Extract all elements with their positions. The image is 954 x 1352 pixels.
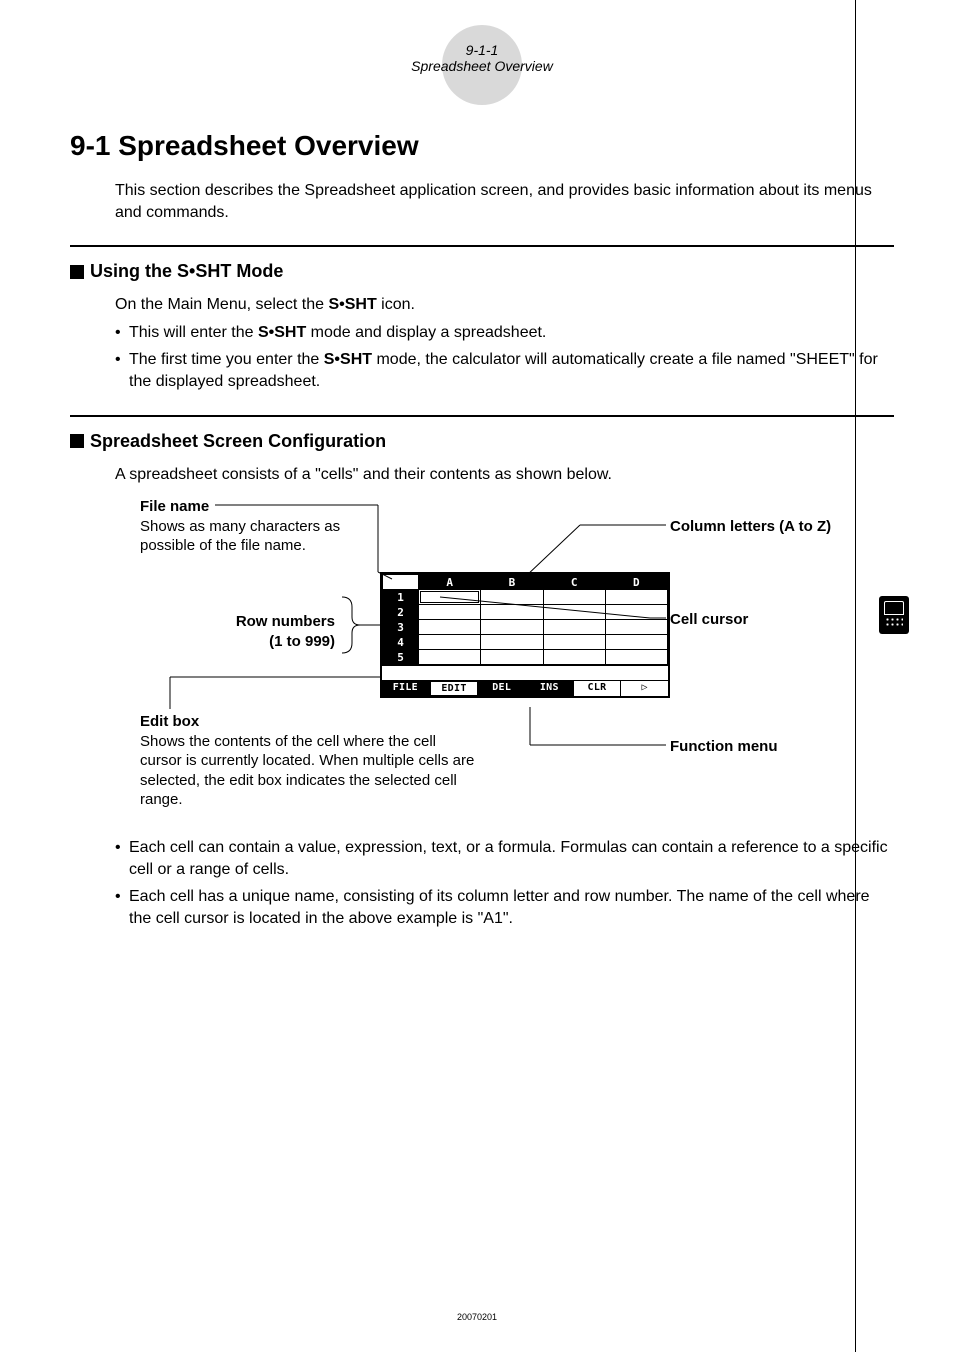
calc-grid: SHEE A B C D 1 2 3 4 5	[382, 574, 668, 665]
subhead1-mode2: SHT	[195, 261, 231, 281]
calc-row-header: 2	[383, 605, 419, 620]
label-cell-cursor: Cell cursor	[670, 610, 748, 630]
calc-row-header: 4	[383, 635, 419, 650]
footer-date: 20070201	[0, 1312, 954, 1322]
calc-edit-box	[382, 665, 668, 680]
calc-fn-item: DEL	[478, 681, 526, 696]
bullet-cell-contents: Each cell can contain a value, expressio…	[115, 837, 894, 880]
subheading-using-mode: Using the S•SHT Mode	[70, 261, 894, 282]
mainmenu-instruction: On the Main Menu, select the S•SHT icon.	[115, 294, 894, 316]
txt: icon.	[377, 296, 415, 313]
label-editbox-desc: Shows the contents of the cell where the…	[140, 733, 474, 809]
subhead2-text: Spreadsheet Screen Configuration	[90, 431, 386, 452]
calc-col-header: C	[543, 575, 605, 590]
txt: Function menu	[670, 738, 778, 755]
page-header: 9-1-1 Spreadsheet Overview	[70, 20, 894, 100]
header-page-number: 9-1-1	[70, 20, 894, 58]
bullet-enter-mode: This will enter the S•SHT mode and displ…	[115, 322, 894, 344]
calc-function-menu: FILE EDIT DEL INS CLR ▷	[382, 680, 668, 696]
section-title: 9-1 Spreadsheet Overview	[70, 130, 894, 162]
label-filename-title: File name	[140, 498, 209, 515]
label-editbox-title: Edit box	[140, 713, 199, 730]
txt: S	[324, 351, 335, 368]
calc-fn-item: INS	[526, 681, 574, 696]
txt: SHT	[274, 324, 306, 341]
separator	[70, 245, 894, 247]
txt: Cell cursor	[670, 611, 748, 628]
txt: SHT	[340, 351, 372, 368]
txt: Row numbers	[236, 613, 335, 630]
subheading-screen-config: Spreadsheet Screen Configuration	[70, 431, 894, 452]
calc-row-header: 5	[383, 650, 419, 665]
calc-cursor-cell	[419, 590, 481, 605]
separator	[70, 415, 894, 417]
txt: SHT	[345, 296, 377, 313]
section-name: Spreadsheet Overview	[118, 130, 418, 161]
diagram: File name Shows as many characters as po…	[110, 497, 894, 817]
calculator-side-icon	[879, 596, 909, 634]
label-function-menu: Function menu	[670, 737, 778, 757]
calc-fn-item: CLR	[574, 681, 622, 696]
subhead1-prefix: Using the	[90, 261, 177, 281]
square-bullet-icon	[70, 265, 84, 279]
bullet-cell-name: Each cell has a unique name, consisting …	[115, 886, 894, 929]
subhead1-mode1: S	[177, 261, 189, 281]
square-bullet-icon	[70, 434, 84, 448]
calc-fn-more-icon: ▷	[621, 681, 668, 696]
calc-col-header: D	[605, 575, 667, 590]
txt: On the Main Menu, select the	[115, 296, 328, 313]
label-edit-box: Edit box Shows the contents of the cell …	[140, 712, 480, 810]
calc-fn-item: FILE	[382, 681, 430, 696]
calc-fn-item: EDIT	[430, 681, 479, 696]
section-number: 9-1	[70, 130, 110, 161]
subhead1-suffix: Mode	[231, 261, 283, 281]
calc-col-header: B	[481, 575, 543, 590]
calculator-screenshot: SHEE A B C D 1 2 3 4 5 FILE EDIT DEL INS…	[380, 572, 670, 698]
label-row-numbers: Row numbers (1 to 999)	[195, 612, 335, 651]
screen-config-intro: A spreadsheet consists of a "cells" and …	[115, 464, 894, 486]
txt: Column letters (A to Z)	[670, 518, 831, 535]
bullet-first-time: The first time you enter the S•SHT mode,…	[115, 349, 894, 392]
txt: mode and display a spreadsheet.	[306, 324, 546, 341]
txt: This will enter the	[129, 324, 258, 341]
calc-filename-cell: SHEE	[383, 575, 419, 590]
label-filename: File name Shows as many characters as po…	[140, 497, 370, 556]
section-intro: This section describes the Spreadsheet a…	[115, 180, 894, 223]
txt: The first time you enter the	[129, 351, 324, 368]
label-column-letters: Column letters (A to Z)	[670, 517, 831, 537]
calc-row-header: 1	[383, 590, 419, 605]
calc-col-header: A	[419, 575, 481, 590]
txt: S	[328, 296, 339, 313]
header-chapter-title: Spreadsheet Overview	[70, 58, 894, 74]
label-filename-desc: Shows as many characters as possible of …	[140, 518, 340, 555]
txt: S	[258, 324, 269, 341]
calc-row-header: 3	[383, 620, 419, 635]
txt: (1 to 999)	[269, 633, 335, 650]
